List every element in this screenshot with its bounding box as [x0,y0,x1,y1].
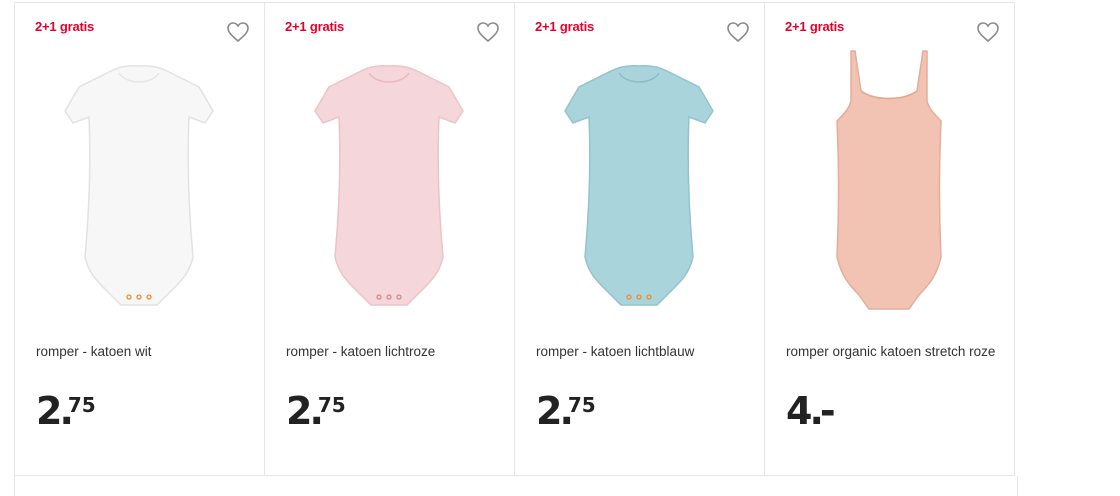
heart-outline-icon[interactable] [726,21,750,43]
price-cents: 75 [317,393,346,417]
product-price: 2 . 75 [536,391,596,431]
product-image-pink-bodysuit[interactable] [289,43,489,328]
promo-badge: 2+1 gratis [35,19,95,34]
promo-badge: 2+1 gratis [285,19,345,34]
product-price: 2 . 75 [286,391,346,431]
promo-badge: 2+1 gratis [535,19,595,34]
product-grid: 2+1 gratis romper - katoen wit 2 . 75 2+… [14,2,1019,496]
product-price: 4 . - [786,391,836,431]
product-image-white-bodysuit[interactable] [39,43,239,328]
price-cents: 75 [67,393,96,417]
price-whole: 2 [286,389,312,433]
product-image-salmon-strap-bodysuit[interactable] [789,43,989,328]
price-whole: 4 [786,389,812,433]
product-title[interactable]: romper - katoen wit [36,344,251,360]
product-title[interactable]: romper - katoen lichtroze [286,344,501,360]
product-title[interactable]: romper organic katoen stretch roze [786,344,1001,360]
price-whole: 2 [536,389,562,433]
next-row-edge [14,476,1018,496]
price-cents: - [819,389,836,433]
heart-outline-icon[interactable] [476,21,500,43]
product-card[interactable]: 2+1 gratis romper - katoen lichtblauw 2 … [515,2,765,476]
price-whole: 2 [36,389,62,433]
product-price: 2 . 75 [36,391,96,431]
heart-outline-icon[interactable] [976,21,1000,43]
product-title[interactable]: romper - katoen lichtblauw [536,344,751,360]
product-card[interactable]: 2+1 gratis romper - katoen wit 2 . 75 [15,2,265,476]
heart-outline-icon[interactable] [226,21,250,43]
product-image-blue-bodysuit[interactable] [539,43,739,328]
product-card[interactable]: 2+1 gratis romper organic katoen stretch… [765,2,1015,476]
price-cents: 75 [567,393,596,417]
product-card[interactable]: 2+1 gratis romper - katoen lichtroze 2 .… [265,2,515,476]
promo-badge: 2+1 gratis [785,19,845,34]
